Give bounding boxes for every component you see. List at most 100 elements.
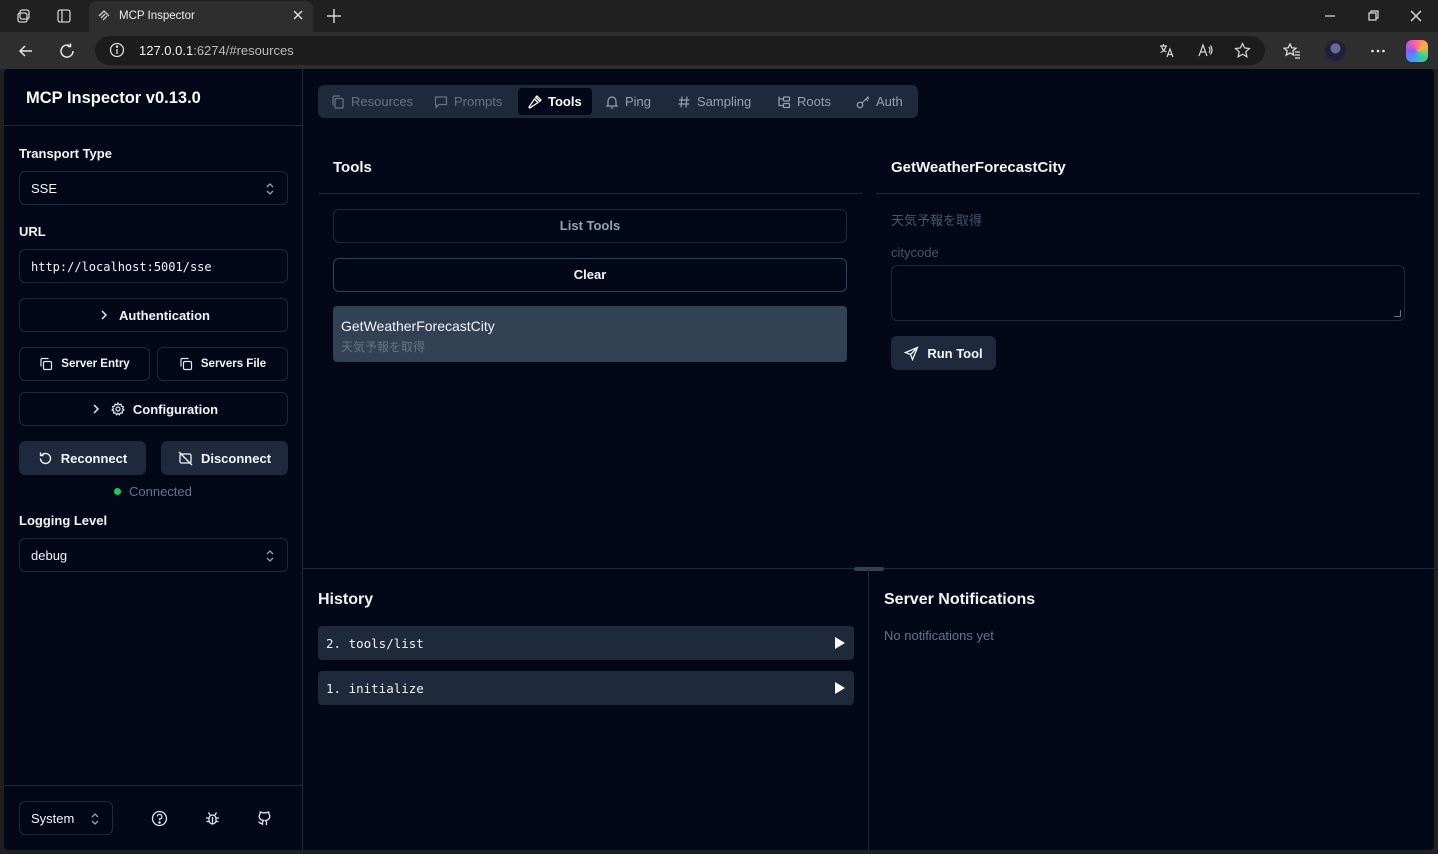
hash-icon <box>678 95 690 108</box>
tool-detail-divider <box>876 193 1420 194</box>
authentication-label: Authentication <box>119 307 210 323</box>
copy-icon <box>180 357 192 371</box>
bug-icon[interactable] <box>204 810 221 827</box>
bell-icon <box>605 95 619 109</box>
transport-type-value: SSE <box>31 181 58 196</box>
tool-detail-title: GetWeatherForecastCity <box>891 159 1066 176</box>
resize-handle[interactable] <box>854 567 884 571</box>
status-dot-icon <box>114 488 121 495</box>
url-path: :6274/#resources <box>193 43 294 58</box>
chevron-up-down-icon <box>266 183 274 195</box>
back-icon[interactable] <box>17 42 35 60</box>
history-item-label: 2. tools/list <box>326 636 424 651</box>
history-title: History <box>318 591 374 608</box>
url-label: URL <box>19 224 46 239</box>
browser-titlebar: MCP Inspector <box>0 0 1438 32</box>
github-icon[interactable] <box>256 810 273 827</box>
mcp-inspector-app: MCP Inspector v0.13.0 Transport Type SSE… <box>4 69 1434 850</box>
key-icon <box>856 95 870 108</box>
tool-description: 天気予報を取得 <box>341 340 426 354</box>
list-tools-button[interactable]: List Tools <box>333 209 847 243</box>
citycode-input[interactable] <box>891 265 1405 321</box>
restore-icon[interactable] <box>1365 8 1381 24</box>
tab-sampling-label: Sampling <box>697 94 752 109</box>
disconnect-button[interactable]: Disconnect <box>161 441 288 475</box>
sidebar-header: MCP Inspector v0.13.0 <box>4 69 302 126</box>
sidebar-footer: System <box>4 785 302 850</box>
send-icon <box>904 345 920 361</box>
copy-icon <box>40 357 53 371</box>
table-row[interactable]: 2. tools/list <box>318 626 854 660</box>
app-title: MCP Inspector v0.13.0 <box>26 89 201 107</box>
list-item[interactable]: GetWeatherForecastCity 天気予報を取得 <box>333 306 847 362</box>
run-tool-label: Run Tool <box>927 345 983 361</box>
tab-roots[interactable]: Roots <box>767 88 841 115</box>
main-tabs: Resources Prompts Tools Ping Sampling Ro… <box>318 85 918 118</box>
profile-avatar[interactable] <box>1325 40 1346 61</box>
logging-level-label: Logging Level <box>19 513 108 528</box>
address-bar[interactable]: 127.0.0.1:6274/#resources <box>95 36 1265 65</box>
browser-tab-mcp-inspector[interactable]: MCP Inspector <box>89 1 313 32</box>
url-input-value: http://localhost:5001/sse <box>31 260 212 274</box>
transport-type-label: Transport Type <box>19 146 112 161</box>
servers-file-label: Servers File <box>200 358 267 370</box>
tab-resources-label: Resources <box>351 94 414 109</box>
translate-icon[interactable] <box>1158 42 1175 59</box>
tab-resources[interactable]: Resources <box>321 88 423 115</box>
refresh-icon[interactable] <box>58 42 76 60</box>
workspaces-icon[interactable] <box>16 8 32 24</box>
configuration-button[interactable]: Configuration <box>19 392 288 426</box>
tab-roots-label: Roots <box>797 94 831 109</box>
logging-level-select[interactable]: debug <box>19 538 288 572</box>
clear-button[interactable]: Clear <box>333 258 847 292</box>
history-item-label: 1. initialize <box>326 681 424 696</box>
help-circle-icon[interactable] <box>151 810 168 827</box>
tab-tools-label: Tools <box>548 94 582 109</box>
chevron-up-down-icon <box>266 550 274 562</box>
authentication-button[interactable]: Authentication <box>19 298 288 332</box>
favorite-star-icon[interactable] <box>1234 42 1251 59</box>
folder-tree-icon <box>778 95 791 108</box>
minimize-icon[interactable] <box>1322 8 1338 24</box>
servers-file-button[interactable]: Servers File <box>157 347 288 381</box>
chevron-up-down-icon <box>91 813 99 825</box>
tab-auth[interactable]: Auth <box>846 88 913 115</box>
play-icon[interactable] <box>834 636 846 650</box>
url-host: 127.0.0.1 <box>139 43 194 58</box>
server-entry-button[interactable]: Server Entry <box>19 347 150 381</box>
message-square-icon <box>434 95 448 109</box>
resize-handle-icon[interactable] <box>1394 310 1401 317</box>
url-input[interactable]: http://localhost:5001/sse <box>19 249 288 283</box>
tools-panel-divider <box>318 193 862 194</box>
vertical-tabs-icon[interactable] <box>56 8 72 24</box>
run-tool-button[interactable]: Run Tool <box>891 336 996 370</box>
vertical-divider <box>868 569 869 850</box>
unplug-icon <box>178 451 193 465</box>
new-tab-icon[interactable] <box>325 7 343 25</box>
tab-close-icon[interactable] <box>291 8 305 22</box>
table-row[interactable]: 1. initialize <box>318 671 854 705</box>
copilot-icon[interactable] <box>1406 40 1428 62</box>
favorites-icon[interactable] <box>1283 42 1301 60</box>
tab-prompts[interactable]: Prompts <box>424 88 512 115</box>
tab-tools[interactable]: Tools <box>518 88 592 115</box>
transport-type-select[interactable]: SSE <box>19 171 288 205</box>
connection-status: Connected <box>114 484 192 499</box>
chevron-right-icon <box>101 310 108 320</box>
theme-select[interactable]: System <box>19 801 113 835</box>
tab-ping[interactable]: Ping <box>595 88 661 115</box>
server-entry-label: Server Entry <box>61 358 130 370</box>
site-info-icon[interactable] <box>109 42 125 58</box>
tab-prompts-label: Prompts <box>454 94 503 109</box>
tab-sampling[interactable]: Sampling <box>667 88 761 115</box>
read-aloud-icon[interactable] <box>1197 42 1214 59</box>
connection-status-text: Connected <box>129 484 192 499</box>
sidebar: MCP Inspector v0.13.0 Transport Type SSE… <box>4 69 303 850</box>
reconnect-button[interactable]: Reconnect <box>19 441 146 475</box>
theme-value: System <box>31 811 75 826</box>
more-options-icon[interactable] <box>1369 42 1387 60</box>
play-icon[interactable] <box>834 681 846 695</box>
citycode-label: citycode <box>891 245 939 260</box>
files-icon <box>332 94 344 109</box>
close-window-icon[interactable] <box>1408 8 1424 24</box>
